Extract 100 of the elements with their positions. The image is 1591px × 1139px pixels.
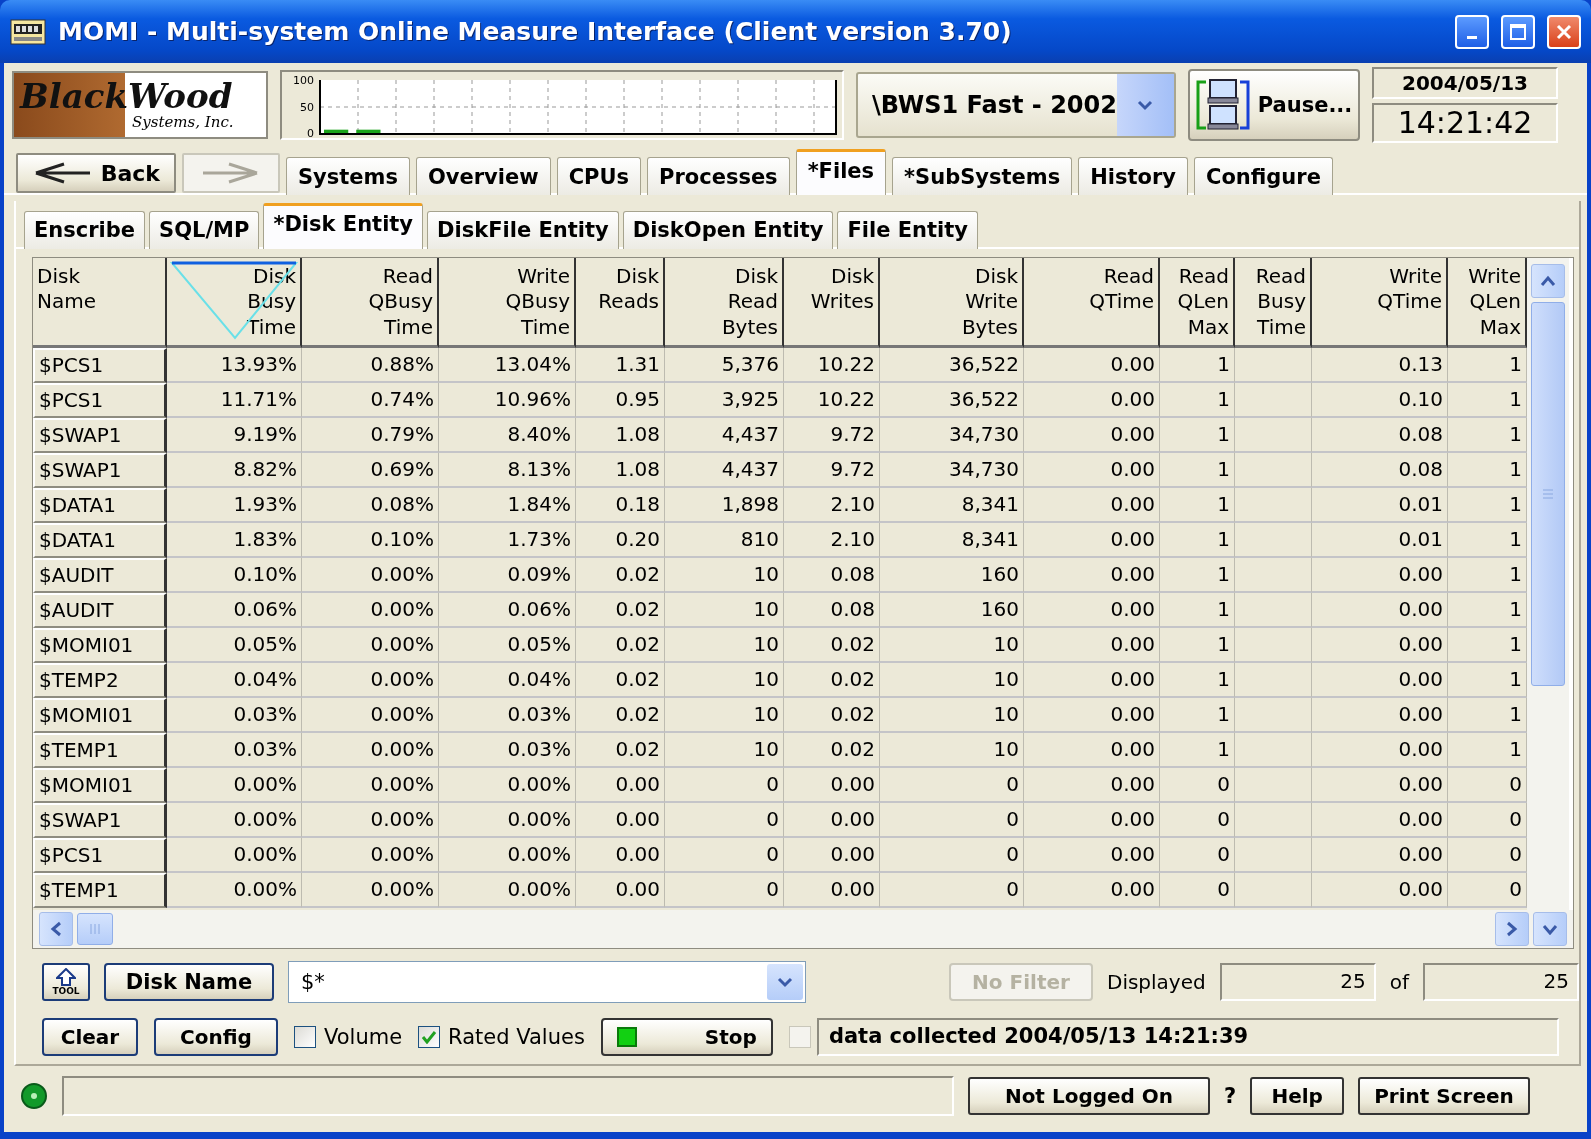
table-cell: 2.10 xyxy=(784,487,880,523)
column-header[interactable]: Disk Read Bytes xyxy=(665,257,784,348)
nav-tab[interactable]: Processes xyxy=(647,157,790,195)
close-button[interactable] xyxy=(1547,14,1581,49)
checkbox-label: Rated Values xyxy=(448,1025,585,1050)
chart-bar xyxy=(356,129,381,134)
nav-tab[interactable]: CPUs xyxy=(556,157,641,195)
column-header[interactable]: Read QTime xyxy=(1024,257,1160,348)
table-cell: 1 xyxy=(1160,592,1235,628)
table-cell: 0.79% xyxy=(302,417,439,453)
column-header[interactable]: Disk Reads xyxy=(576,257,665,348)
table-cell: 0.00% xyxy=(302,557,439,593)
maximize-icon xyxy=(1509,22,1527,41)
row-header[interactable]: $AUDIT xyxy=(33,592,167,628)
checkbox[interactable] xyxy=(418,1026,441,1049)
nav-tab[interactable]: *Files xyxy=(795,149,887,195)
row-header[interactable]: $SWAP1 xyxy=(33,417,167,453)
column-header[interactable]: Disk Writes xyxy=(784,257,880,348)
row-header[interactable]: $MOMI01 xyxy=(33,627,167,663)
checkbox[interactable] xyxy=(294,1026,316,1049)
table-cell: 0.00 xyxy=(1312,767,1448,803)
table-cell: 0.04% xyxy=(167,662,302,698)
row-header[interactable]: $AUDIT xyxy=(33,557,167,593)
row-header[interactable]: $DATA1 xyxy=(33,522,167,558)
table-cell: 0.04% xyxy=(439,662,576,698)
table-cell: 4,437 xyxy=(665,417,784,453)
stop-button[interactable]: Stop xyxy=(600,1018,773,1057)
maximize-button[interactable] xyxy=(1501,14,1535,49)
scrollbar-thumb[interactable] xyxy=(77,912,113,945)
table-cell: 10 xyxy=(880,697,1024,733)
sub-tab[interactable]: DiskFile Entity xyxy=(427,210,619,249)
table-cell: 0.00 xyxy=(784,872,880,908)
table-cell: 0.00 xyxy=(1312,697,1448,733)
row-header[interactable]: $MOMI01 xyxy=(33,767,167,803)
column-header[interactable]: Disk Name xyxy=(33,257,167,348)
table-cell: 0.08 xyxy=(1312,417,1448,453)
field-button[interactable]: Disk Name xyxy=(104,962,274,1001)
table-cell: 0.02 xyxy=(576,592,665,628)
table-cell: 0.03% xyxy=(439,732,576,768)
nav-tab[interactable]: *SubSystems xyxy=(892,157,1073,195)
scroll-left-button[interactable] xyxy=(39,911,73,946)
table-cell: 0 xyxy=(880,872,1024,908)
config-button[interactable]: Config xyxy=(154,1018,278,1057)
row-header[interactable]: $SWAP1 xyxy=(33,802,167,838)
row-header[interactable]: $PCS1 xyxy=(33,837,167,873)
login-button[interactable]: Not Logged On xyxy=(968,1077,1210,1115)
scroll-up-button[interactable] xyxy=(1531,263,1565,298)
axis-tick-label: 100 xyxy=(293,74,314,87)
table-cell: 13.04% xyxy=(439,347,576,383)
table-cell: 0.00 xyxy=(576,767,665,803)
column-header[interactable]: Write QBusy Time xyxy=(439,257,576,348)
column-header[interactable]: Disk Write Bytes xyxy=(880,257,1024,348)
column-header[interactable]: Write QTime xyxy=(1312,257,1448,348)
nav-tab[interactable]: Configure xyxy=(1193,157,1333,195)
table-cell: 4,437 xyxy=(665,452,784,488)
table-cell: 10.22 xyxy=(784,347,880,383)
table-cell: 0.00 xyxy=(1024,697,1160,733)
table-cell: 1.93% xyxy=(167,487,302,523)
row-header[interactable]: $DATA1 xyxy=(33,487,167,523)
nav-tab[interactable]: Systems xyxy=(286,157,410,195)
table-cell: 10.96% xyxy=(439,382,576,418)
row-header[interactable]: $PCS1 xyxy=(33,382,167,418)
row-header[interactable]: $MOMI01 xyxy=(33,697,167,733)
row-header[interactable]: $TEMP1 xyxy=(33,732,167,768)
row-header[interactable]: $PCS1 xyxy=(33,347,167,383)
sub-tab[interactable]: SQL/MP xyxy=(149,210,260,249)
nav-tab[interactable]: Overview xyxy=(416,157,551,195)
table-cell: 8.82% xyxy=(167,452,302,488)
back-button[interactable]: Back xyxy=(16,153,176,193)
grip-icon xyxy=(1541,487,1555,500)
nav-tab[interactable]: History xyxy=(1078,157,1188,195)
table-cell: 0.03% xyxy=(439,697,576,733)
column-header[interactable]: Read QLen Max xyxy=(1160,257,1235,348)
sub-tab[interactable]: *Disk Entity xyxy=(263,202,424,249)
column-header[interactable]: Read QBusy Time xyxy=(302,257,439,348)
chevron-down-icon xyxy=(1542,922,1558,935)
sub-tab[interactable]: Enscribe xyxy=(24,210,146,249)
tool-button[interactable]: TOOL xyxy=(42,962,90,1001)
filter-dropdown[interactable]: $* xyxy=(288,960,806,1003)
print-screen-button[interactable]: Print Screen xyxy=(1358,1077,1530,1115)
scrollbar-thumb[interactable] xyxy=(1531,301,1565,686)
pause-button[interactable]: Pause... xyxy=(1188,69,1360,141)
chevron-down-icon xyxy=(1137,99,1154,111)
table-cell: 1 xyxy=(1160,347,1235,383)
system-dropdown[interactable]: \BWS1 Fast - 2002 xyxy=(856,72,1176,138)
row-header[interactable]: $TEMP2 xyxy=(33,662,167,698)
table-cell: 0.02 xyxy=(576,557,665,593)
table-cell: 0.09% xyxy=(439,557,576,593)
column-header[interactable]: Read Busy Time xyxy=(1235,257,1312,348)
sub-tab[interactable]: File Entity xyxy=(837,210,979,249)
minimize-button[interactable] xyxy=(1455,14,1489,49)
row-header[interactable]: $SWAP1 xyxy=(33,452,167,488)
grip-icon xyxy=(89,921,101,936)
row-header[interactable]: $TEMP1 xyxy=(33,872,167,908)
scroll-right-button[interactable] xyxy=(1495,911,1529,946)
scroll-down-button[interactable] xyxy=(1533,911,1567,946)
help-button[interactable]: Help xyxy=(1250,1077,1345,1115)
total-count: 25 xyxy=(1423,962,1579,1001)
sub-tab[interactable]: DiskOpen Entity xyxy=(622,210,834,249)
clear-button[interactable]: Clear xyxy=(42,1018,138,1057)
